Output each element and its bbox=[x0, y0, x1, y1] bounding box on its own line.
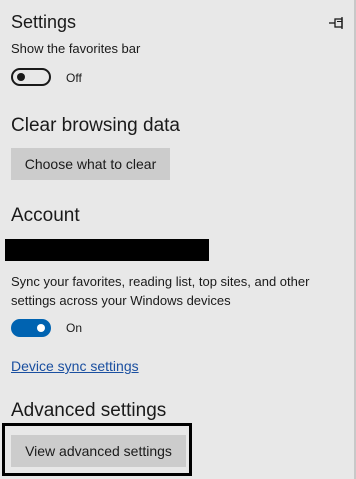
device-sync-settings-link[interactable]: Device sync settings bbox=[11, 358, 139, 374]
sync-description: Sync your favorites, reading list, top s… bbox=[11, 274, 310, 308]
account-heading: Account bbox=[11, 205, 80, 226]
settings-header: Settings bbox=[11, 10, 346, 38]
favorites-bar-label: Show the favorites bar bbox=[11, 41, 141, 56]
pin-icon[interactable] bbox=[328, 14, 346, 32]
clear-browsing-heading: Clear browsing data bbox=[11, 115, 180, 136]
advanced-settings-heading: Advanced settings bbox=[11, 400, 167, 421]
choose-what-to-clear-button[interactable]: Choose what to clear bbox=[11, 148, 170, 180]
view-advanced-settings-button[interactable]: View advanced settings bbox=[11, 435, 186, 467]
favorites-bar-toggle-state: Off bbox=[66, 71, 82, 85]
page-title: Settings bbox=[11, 12, 77, 32]
toggle-knob bbox=[37, 324, 45, 332]
sync-toggle[interactable] bbox=[11, 319, 51, 337]
sync-toggle-state: On bbox=[66, 321, 83, 335]
favorites-bar-toggle[interactable] bbox=[11, 68, 51, 86]
settings-panel: Settings Show the favorites bar Off Clea… bbox=[0, 0, 356, 479]
redacted-account-info bbox=[5, 239, 209, 261]
toggle-knob bbox=[17, 73, 25, 81]
